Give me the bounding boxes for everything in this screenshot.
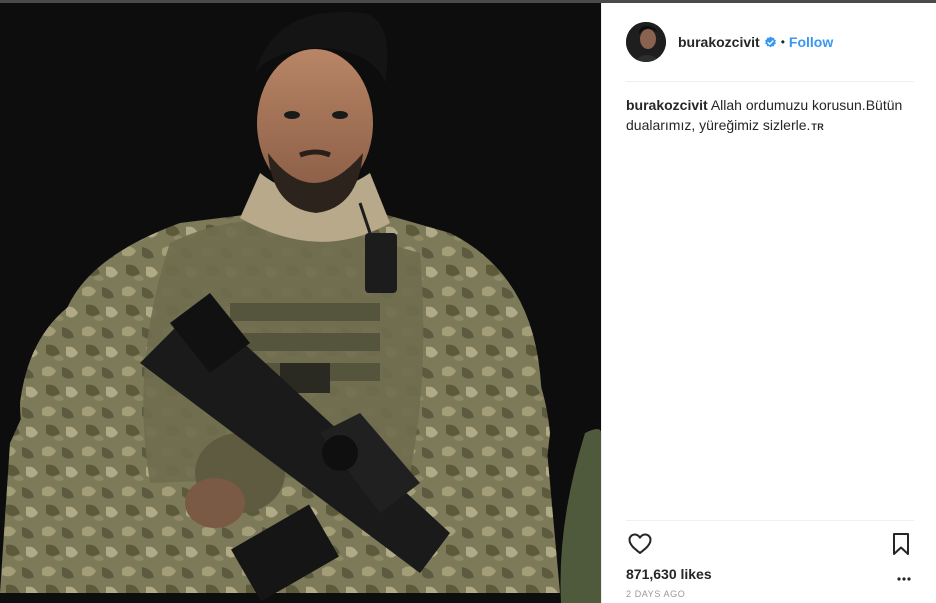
follow-button[interactable]: Follow <box>789 34 833 50</box>
post-timestamp: 2 DAYS AGO <box>626 589 686 599</box>
caption: burakozcivit Allah ordumuzu korusun.Bütü… <box>626 95 916 137</box>
more-options-icon[interactable] <box>896 571 912 581</box>
verified-badge-icon <box>764 36 777 49</box>
avatar[interactable] <box>626 22 666 62</box>
heart-outline-icon[interactable] <box>626 530 654 558</box>
instagram-post: burakozcivit • Follow burakozcivit Allah… <box>0 0 936 603</box>
caption-language-tag: TR <box>811 122 824 132</box>
bookmark-outline-icon[interactable] <box>890 532 912 556</box>
likes-count[interactable]: 871,630 likes <box>626 566 712 582</box>
soldier-photo <box>0 3 601 603</box>
actions-divider <box>626 520 914 521</box>
post-image[interactable] <box>0 3 601 603</box>
header-username[interactable]: burakozcivit <box>678 34 760 50</box>
header-divider <box>626 81 914 82</box>
post-sidebar: burakozcivit • Follow burakozcivit Allah… <box>601 3 936 603</box>
separator-dot: • <box>780 35 785 49</box>
post-header: burakozcivit • Follow <box>602 3 936 81</box>
caption-username[interactable]: burakozcivit <box>626 97 708 113</box>
